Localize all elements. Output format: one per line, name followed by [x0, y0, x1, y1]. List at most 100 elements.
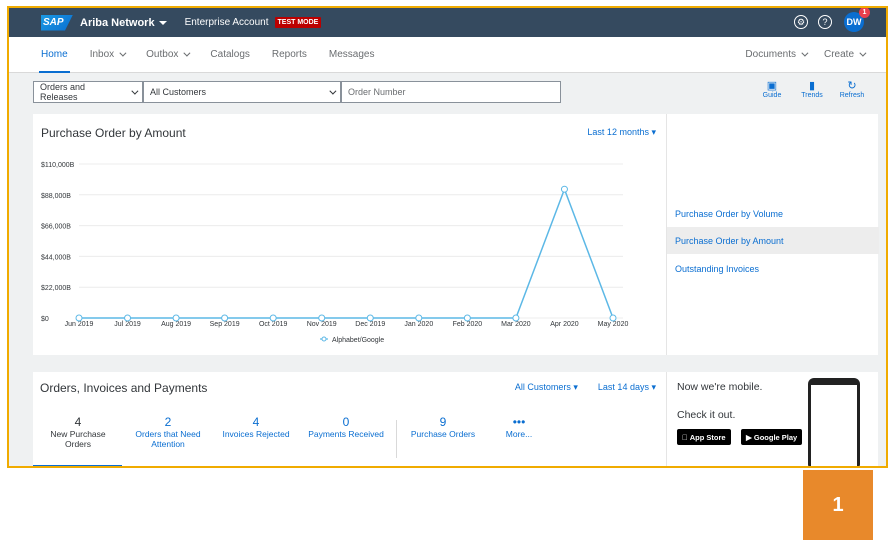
- tab-reports[interactable]: Reports: [272, 37, 307, 73]
- product-switcher[interactable]: Ariba Network: [80, 17, 167, 29]
- chevron-down-icon: [801, 49, 809, 57]
- x-tick-label: Mar 2020: [501, 321, 531, 328]
- documents-menu[interactable]: Documents: [745, 37, 809, 73]
- stat-label: Orders that Need Attention: [135, 429, 201, 449]
- orders-customer-select[interactable]: All Customers ▾: [505, 382, 578, 393]
- test-mode-badge: TEST MODE: [274, 17, 322, 28]
- orders-card-title: Orders, Invoices and Payments: [40, 381, 208, 395]
- avatar-initials: DW: [846, 17, 862, 27]
- stat-value: 4: [74, 415, 82, 429]
- stat-new-po[interactable]: 4 New Purchase Orders: [38, 415, 118, 450]
- x-tick-label: Jun 2019: [65, 321, 94, 328]
- more-button[interactable]: ••• More...: [479, 416, 559, 440]
- link-po-volume[interactable]: Purchase Order by Volume: [667, 200, 879, 227]
- toolbar: ▣ Guide ▮ Trends ↻ Refresh: [752, 80, 872, 99]
- sap-logo: SAP: [41, 14, 73, 31]
- google-play-button[interactable]: ▶ Google Play: [741, 429, 803, 445]
- search-filter-bar: Orders and Releases All Customers Order …: [33, 81, 561, 103]
- data-point: [463, 314, 471, 322]
- data-point: [221, 314, 229, 322]
- tab-outbox[interactable]: Outbox: [146, 37, 191, 73]
- phone-screen: [811, 385, 857, 466]
- x-tick-label: Jan 2020: [404, 321, 433, 328]
- stat-payments-received[interactable]: 0 Payments Received: [306, 415, 386, 440]
- orders-period-select[interactable]: Last 14 days ▾: [588, 382, 656, 393]
- top-bar: SAP Ariba Network Enterprise Account TES…: [9, 8, 886, 37]
- app-window: SAP Ariba Network Enterprise Account TES…: [7, 6, 888, 468]
- orders-card: Orders, Invoices and Payments All Custom…: [33, 372, 666, 466]
- x-tick-label: Nov 2019: [307, 321, 337, 328]
- stat-purchase-orders[interactable]: 9 Purchase Orders: [403, 415, 483, 440]
- stat-label: Purchase Orders: [410, 429, 476, 439]
- help-icon[interactable]: ?: [818, 15, 832, 29]
- caret-down-icon: [158, 20, 167, 25]
- data-point: [75, 314, 83, 322]
- legend-marker: [321, 336, 327, 342]
- data-point: [269, 314, 277, 322]
- x-tick-label: May 2020: [598, 321, 629, 328]
- step-number-badge: 1: [803, 470, 873, 540]
- chevron-down-icon: [329, 87, 337, 95]
- stat-value: 0: [342, 415, 350, 429]
- guide-label: Guide: [762, 92, 782, 99]
- x-tick-label: Jul 2019: [114, 321, 141, 328]
- y-tick-label: $22,000B: [41, 285, 71, 292]
- data-point: [124, 314, 132, 322]
- main-nav: Home Inbox Outbox Catalogs Reports Messa…: [9, 37, 886, 73]
- stat-value: 9: [439, 415, 447, 429]
- create-menu[interactable]: Create: [824, 37, 867, 73]
- document-type-value: Orders and Releases: [40, 82, 86, 102]
- y-tick-label: $66,000B: [41, 224, 71, 231]
- stat-label: Payments Received: [308, 429, 384, 439]
- trends-button[interactable]: ▮ Trends: [792, 80, 832, 99]
- x-tick-label: Sep 2019: [210, 321, 240, 328]
- x-tick-label: Dec 2019: [355, 321, 385, 328]
- data-point: [415, 314, 423, 322]
- chevron-down-icon: [183, 49, 191, 57]
- data-point: [512, 314, 520, 322]
- mobile-promo-card: Now we're mobile. Check it out.  App St…: [666, 372, 878, 466]
- apple-icon: : [682, 433, 688, 442]
- guide-button[interactable]: ▣ Guide: [752, 80, 792, 99]
- avatar[interactable]: DW 1: [844, 8, 870, 32]
- order-number-placeholder: Order Number: [348, 87, 406, 97]
- mobile-promo-subtitle: Check it out.: [677, 409, 736, 421]
- account-type: Enterprise Account: [184, 17, 269, 28]
- stat-value: 4: [252, 415, 260, 429]
- tab-inbox[interactable]: Inbox: [90, 37, 127, 73]
- series-line: [79, 187, 614, 319]
- link-outstanding-invoices[interactable]: Outstanding Invoices: [667, 255, 879, 282]
- tab-catalogs[interactable]: Catalogs: [210, 37, 249, 73]
- y-tick-label: $110,000B: [41, 162, 75, 169]
- chart-selector-panel: Purchase Order by Volume Purchase Order …: [666, 114, 879, 355]
- data-point: [172, 314, 180, 322]
- stat-label: Invoices Rejected: [222, 429, 290, 439]
- divider: [396, 420, 397, 458]
- tab-home[interactable]: Home: [39, 37, 70, 73]
- order-number-input[interactable]: Order Number: [341, 81, 561, 103]
- y-tick-label: $88,000B: [41, 193, 71, 200]
- stat-label: More...: [505, 429, 533, 439]
- chevron-down-icon: [131, 87, 139, 95]
- stat-value: 2: [164, 415, 172, 429]
- stat-invoices-rejected[interactable]: 4 Invoices Rejected: [216, 415, 296, 440]
- x-tick-label: Feb 2020: [453, 321, 483, 328]
- trends-icon: ▮: [808, 80, 816, 92]
- app-store-button[interactable]:  App Store: [677, 429, 731, 445]
- x-tick-label: Oct 2019: [259, 321, 288, 328]
- mobile-promo-title: Now we're mobile.: [677, 381, 763, 393]
- document-type-select[interactable]: Orders and Releases: [33, 81, 143, 103]
- link-po-amount[interactable]: Purchase Order by Amount: [667, 227, 879, 254]
- chevron-down-icon: [119, 49, 127, 57]
- refresh-icon: ↻: [847, 80, 857, 92]
- customer-select[interactable]: All Customers: [143, 81, 341, 103]
- refresh-button[interactable]: ↻ Refresh: [832, 80, 872, 99]
- stat-orders-attention[interactable]: 2 Orders that Need Attention: [128, 415, 208, 450]
- tab-messages[interactable]: Messages: [329, 37, 375, 73]
- x-tick-label: Aug 2019: [161, 321, 191, 328]
- legend-label: Alphabet/Google: [332, 337, 384, 344]
- gear-icon[interactable]: ⚙: [794, 15, 808, 29]
- product-name: Ariba Network: [80, 16, 155, 29]
- trends-label: Trends: [801, 92, 823, 99]
- data-point: [609, 314, 617, 322]
